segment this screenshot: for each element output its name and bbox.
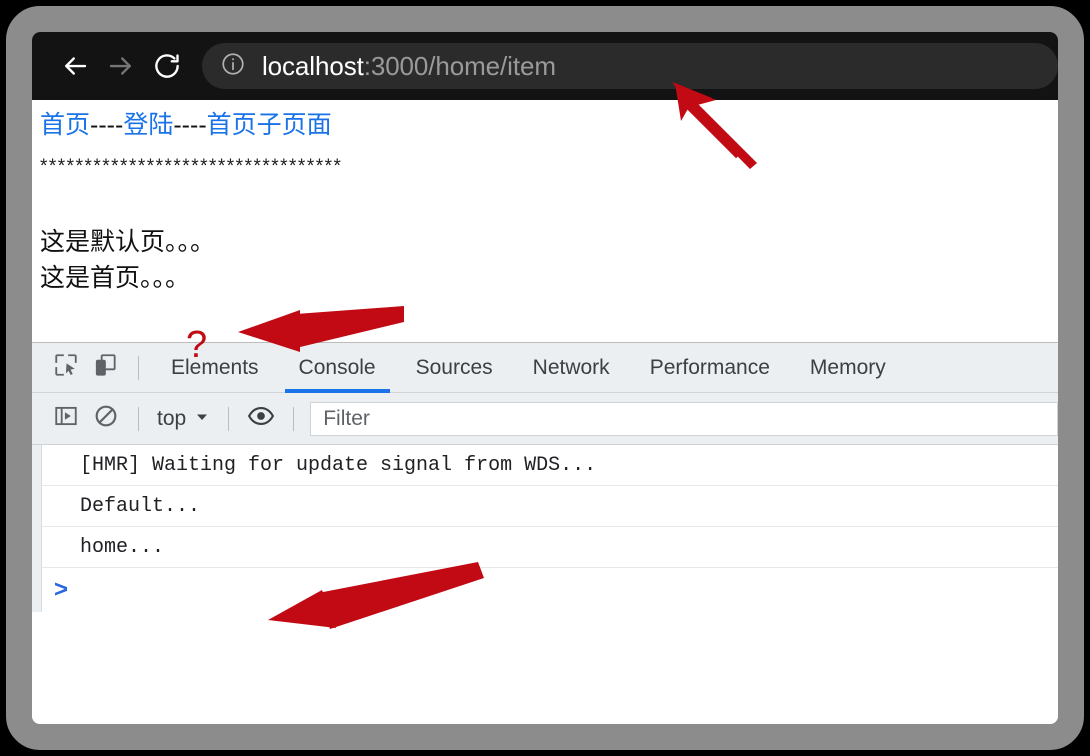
console-sidebar-icon xyxy=(53,403,79,434)
link-home-subpage[interactable]: 首页子页面 xyxy=(207,111,332,139)
question-mark-annotation: ? xyxy=(186,324,208,366)
console-message-row[interactable]: [HMR] Waiting for update signal from WDS… xyxy=(32,445,1058,486)
arrow-right-icon xyxy=(106,51,136,81)
console-toolbar-divider-1 xyxy=(138,406,139,431)
prompt-caret-icon: > xyxy=(54,576,69,603)
console-message-row[interactable]: home... xyxy=(32,527,1058,568)
live-expression-button[interactable] xyxy=(241,399,281,439)
tab-network[interactable]: Network xyxy=(513,343,630,393)
page-paragraph-default: 这是默认页。。。 xyxy=(40,228,216,256)
toolbar-divider xyxy=(138,355,139,380)
page-viewport: 首页----登陆----首页子页面 **********************… xyxy=(32,100,1058,342)
devtools-panel: Elements Console Sources Network Perform… xyxy=(32,342,1058,612)
browser-toolbar: localhost:3000/home/item xyxy=(32,32,1058,100)
console-toolbar-divider-2 xyxy=(228,406,230,431)
console-filter-input[interactable]: Filter xyxy=(310,401,1058,436)
tab-console[interactable]: Console xyxy=(279,343,396,393)
inspect-element-icon xyxy=(53,352,79,383)
console-sidebar-button[interactable] xyxy=(46,399,86,439)
tab-elements[interactable]: Elements xyxy=(151,343,279,393)
device-toolbar-button[interactable] xyxy=(86,348,126,388)
reload-button[interactable] xyxy=(144,43,190,89)
console-gutter xyxy=(32,445,42,612)
forward-button[interactable] xyxy=(98,43,144,89)
console-message-row[interactable]: Default... xyxy=(32,486,1058,527)
link-separator-1: ---- xyxy=(90,111,124,139)
console-context-label: top xyxy=(157,406,187,430)
url-text: localhost:3000/home/item xyxy=(262,51,556,82)
link-separator-2: ---- xyxy=(173,111,207,139)
console-prompt[interactable]: > xyxy=(32,568,1058,612)
console-context-selector[interactable]: top xyxy=(151,407,216,431)
device-frame: localhost:3000/home/item 首页----登陆----首页子… xyxy=(6,6,1084,750)
inspect-element-button[interactable] xyxy=(46,348,86,388)
clear-console-button[interactable] xyxy=(86,399,126,439)
clear-console-icon xyxy=(93,403,119,434)
tab-sources[interactable]: Sources xyxy=(396,343,513,393)
page-paragraph-home: 这是首页。。。 xyxy=(40,264,191,292)
live-expression-icon xyxy=(247,402,275,435)
url-host: localhost xyxy=(262,50,364,81)
divider-asterisks: ********************************** xyxy=(40,156,343,177)
url-path: :3000/home/item xyxy=(363,50,556,81)
browser-window: localhost:3000/home/item 首页----登陆----首页子… xyxy=(32,32,1058,724)
link-login[interactable]: 登陆 xyxy=(123,111,173,139)
arrow-left-icon xyxy=(60,51,90,81)
console-toolbar-divider-3 xyxy=(293,406,295,431)
reload-icon xyxy=(152,51,182,81)
url-bar[interactable]: localhost:3000/home/item xyxy=(202,43,1058,89)
console-message-list: [HMR] Waiting for update signal from WDS… xyxy=(32,445,1058,612)
info-circle-icon[interactable] xyxy=(220,51,246,82)
tab-memory[interactable]: Memory xyxy=(790,343,906,393)
tab-performance[interactable]: Performance xyxy=(630,343,790,393)
page-nav-links: 首页----登陆----首页子页面 xyxy=(40,110,1058,140)
back-button[interactable] xyxy=(52,43,98,89)
chevron-down-icon xyxy=(194,407,210,431)
link-home[interactable]: 首页 xyxy=(40,111,90,139)
console-filter-placeholder: Filter xyxy=(323,406,370,430)
console-toolbar: top Filter xyxy=(32,393,1058,445)
device-toolbar-icon xyxy=(93,352,119,383)
